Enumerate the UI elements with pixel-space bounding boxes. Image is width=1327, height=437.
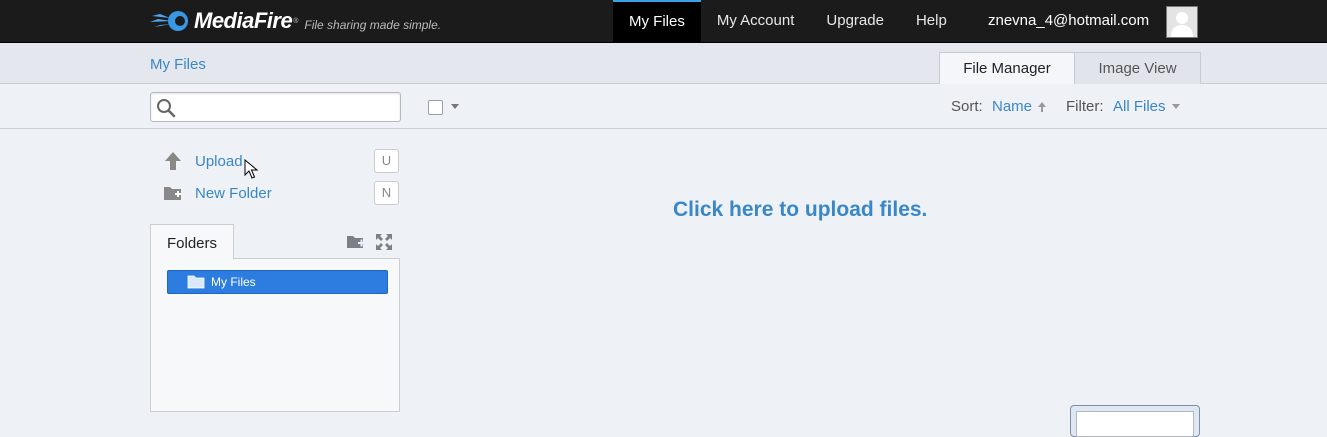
upload-arrow-icon [165, 152, 181, 170]
search-icon [157, 99, 176, 118]
mouse-cursor-icon [244, 159, 258, 179]
user-silhouette-icon [1167, 7, 1197, 37]
upload-shortcut-key: U [374, 149, 399, 173]
sort-dropdown[interactable]: Name [992, 98, 1032, 115]
tab-folders[interactable]: Folders [150, 224, 234, 259]
upload-status-inner [1076, 411, 1194, 437]
folder-item-label: My Files [211, 275, 256, 289]
toolbar: Sort: Name Filter: All Files [0, 84, 1327, 129]
add-folder-icon[interactable] [346, 233, 366, 251]
folder-icon [187, 275, 205, 289]
flame-logo-icon [150, 11, 188, 31]
folder-item-my-files[interactable]: My Files [167, 270, 388, 294]
main-nav: My Files My Account Upgrade Help [613, 0, 963, 42]
tab-image-view[interactable]: Image View [1074, 52, 1201, 84]
search-input[interactable] [179, 96, 393, 118]
expand-icon[interactable] [375, 233, 393, 251]
new-folder-label: New Folder [195, 184, 272, 202]
tab-file-manager[interactable]: File Manager [939, 52, 1075, 85]
filter-label: Filter: [1066, 98, 1104, 115]
select-menu-caret-icon[interactable] [451, 104, 459, 109]
nav-help[interactable]: Help [900, 0, 963, 42]
upload-status-box[interactable] [1070, 405, 1200, 437]
registered-mark: ® [293, 17, 299, 25]
search-box[interactable] [150, 92, 401, 122]
select-all-checkbox[interactable] [428, 100, 443, 115]
top-bar: MediaFire ® File sharing made simple. My… [0, 0, 1327, 43]
user-email[interactable]: znevna_4@hotmail.com [988, 0, 1149, 42]
upload-files-link[interactable]: Click here to upload files. [673, 198, 927, 222]
nav-upgrade[interactable]: Upgrade [810, 0, 900, 42]
upload-label: Upload [195, 152, 243, 170]
upload-action[interactable]: Upload [163, 150, 243, 172]
new-folder-action[interactable]: New Folder [163, 182, 272, 204]
filter-dropdown[interactable]: All Files [1113, 98, 1166, 115]
breadcrumb[interactable]: My Files [150, 56, 206, 73]
sort-ascending-icon[interactable] [1038, 102, 1046, 112]
new-folder-shortcut-key: N [374, 181, 399, 205]
mediafire-logo[interactable]: MediaFire ® File sharing made simple. [150, 6, 441, 36]
brand-tagline: File sharing made simple. [304, 18, 442, 32]
sort-label: Sort: [951, 98, 983, 115]
breadcrumb-bar: My Files File Manager Image View [0, 43, 1327, 85]
brand-name: MediaFire [194, 8, 293, 33]
new-folder-icon [164, 187, 181, 200]
nav-my-files[interactable]: My Files [613, 0, 701, 42]
avatar[interactable] [1166, 6, 1198, 38]
nav-my-account[interactable]: My Account [701, 0, 811, 42]
filter-caret-icon[interactable] [1172, 104, 1180, 109]
